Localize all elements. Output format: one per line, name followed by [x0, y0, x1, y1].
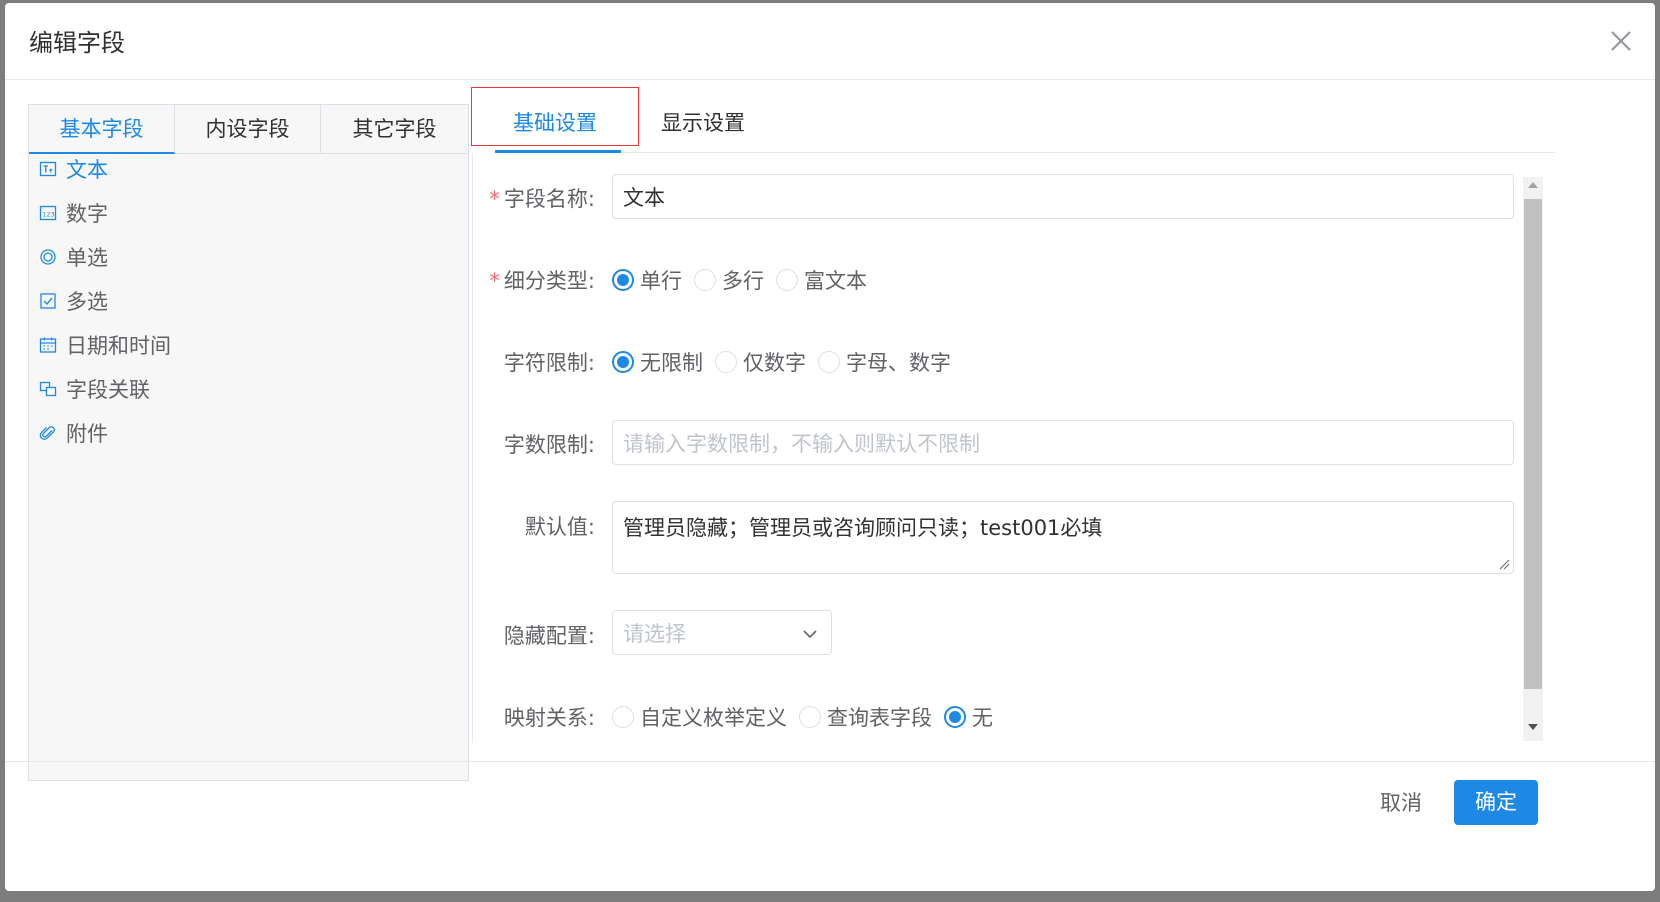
sub-type-radio-group: 单行 多行 富文本 [612, 265, 879, 295]
tab-other-fields[interactable]: 其它字段 [321, 105, 468, 153]
scroll-up-icon[interactable] [1527, 181, 1539, 189]
field-item-attachment[interactable]: 附件 [39, 418, 108, 448]
hidden-config-label: 隐藏配置: [503, 624, 595, 648]
count-limit-label: 字数限制: [503, 433, 595, 457]
field-item-label: 数字 [66, 202, 108, 226]
number-field-icon: 123 [39, 205, 57, 221]
field-item-label: 单选 [66, 246, 108, 270]
field-name-label: * 字段名称: [489, 187, 595, 211]
mapping-label: 映射关系: [503, 706, 595, 730]
resize-handle-icon[interactable] [1498, 558, 1510, 570]
footer-divider [5, 761, 1655, 762]
radio-no-limit[interactable]: 无限制 [612, 347, 703, 377]
svg-text:123: 123 [42, 210, 54, 218]
field-name-input[interactable]: 文本 [612, 174, 1514, 219]
cancel-button[interactable]: 取消 [1365, 781, 1437, 825]
required-mark: * [489, 269, 500, 293]
select-placeholder: 请选择 [623, 621, 686, 646]
checkbox-field-icon [40, 293, 56, 309]
tab-bar-divider [495, 152, 1555, 153]
default-value-textarea[interactable]: 管理员隐藏；管理员或咨询顾问只读；test001必填 [612, 501, 1514, 574]
tab-basic-settings[interactable]: 基础设置 [513, 107, 597, 147]
calendar-icon [39, 337, 57, 353]
radio-digits-only[interactable]: 仅数字 [715, 347, 806, 377]
field-item-number[interactable]: 123 数字 [39, 198, 108, 228]
chevron-down-icon [803, 630, 817, 639]
tab-builtin-fields[interactable]: 内设字段 [175, 105, 321, 153]
field-item-link[interactable]: 字段关联 [39, 374, 150, 404]
field-item-label: 附件 [66, 422, 108, 446]
radio-rich-text[interactable]: 富文本 [776, 265, 867, 295]
palette-tabs: 基本字段 内设字段 其它字段 [29, 105, 468, 154]
field-palette: 基本字段 内设字段 其它字段 文本 123 数字 单选 多选 日期和时间 字段关… [28, 104, 469, 781]
edit-field-dialog: 编辑字段 基本字段 内设字段 其它字段 文本 123 数字 单选 多选 日期和时… [5, 3, 1655, 891]
field-item-datetime[interactable]: 日期和时间 [39, 330, 171, 360]
radio-lookup-field[interactable]: 查询表字段 [799, 702, 932, 732]
radio-field-icon [40, 249, 56, 265]
char-limit-radio-group: 无限制 仅数字 字母、数字 [612, 347, 963, 377]
default-value-label: 默认值: [524, 515, 595, 539]
field-item-text[interactable]: 文本 [39, 154, 108, 184]
count-limit-input[interactable]: 请输入字数限制，不输入则默认不限制 [612, 420, 1514, 465]
confirm-button[interactable]: 确定 [1454, 780, 1538, 825]
radio-none[interactable]: 无 [944, 702, 993, 732]
mapping-radio-group: 自定义枚举定义 查询表字段 无 [612, 702, 1005, 732]
radio-multi-line[interactable]: 多行 [694, 265, 764, 295]
field-item-label: 文本 [66, 158, 108, 182]
close-icon[interactable] [1607, 27, 1635, 55]
radio-single-line[interactable]: 单行 [612, 265, 682, 295]
link-field-icon [39, 381, 57, 397]
active-tab-indicator [495, 150, 621, 153]
required-mark: * [489, 187, 500, 211]
dialog-header: 编辑字段 [5, 3, 1655, 80]
field-item-checkbox[interactable]: 多选 [39, 286, 108, 316]
text-field-icon [39, 161, 57, 177]
field-item-label: 日期和时间 [66, 334, 171, 358]
paperclip-icon [39, 426, 55, 440]
field-item-radio[interactable]: 单选 [39, 242, 108, 272]
field-item-label: 多选 [66, 290, 108, 314]
tab-display-settings[interactable]: 显示设置 [661, 107, 745, 147]
field-item-label: 字段关联 [66, 378, 150, 402]
radio-alphanumeric[interactable]: 字母、数字 [818, 347, 951, 377]
radio-custom-enum[interactable]: 自定义枚举定义 [612, 702, 787, 732]
tab-basic-fields[interactable]: 基本字段 [29, 105, 175, 154]
dialog-title: 编辑字段 [29, 29, 125, 57]
form-scrollbar-thumb[interactable] [1524, 199, 1542, 689]
default-value-text: 管理员隐藏；管理员或咨询顾问只读；test001必填 [623, 516, 1103, 540]
char-limit-label: 字符限制: [503, 351, 595, 375]
hidden-config-select[interactable]: 请选择 [612, 610, 832, 655]
sub-type-label: * 细分类型: [489, 269, 595, 293]
scroll-down-icon[interactable] [1527, 723, 1539, 731]
